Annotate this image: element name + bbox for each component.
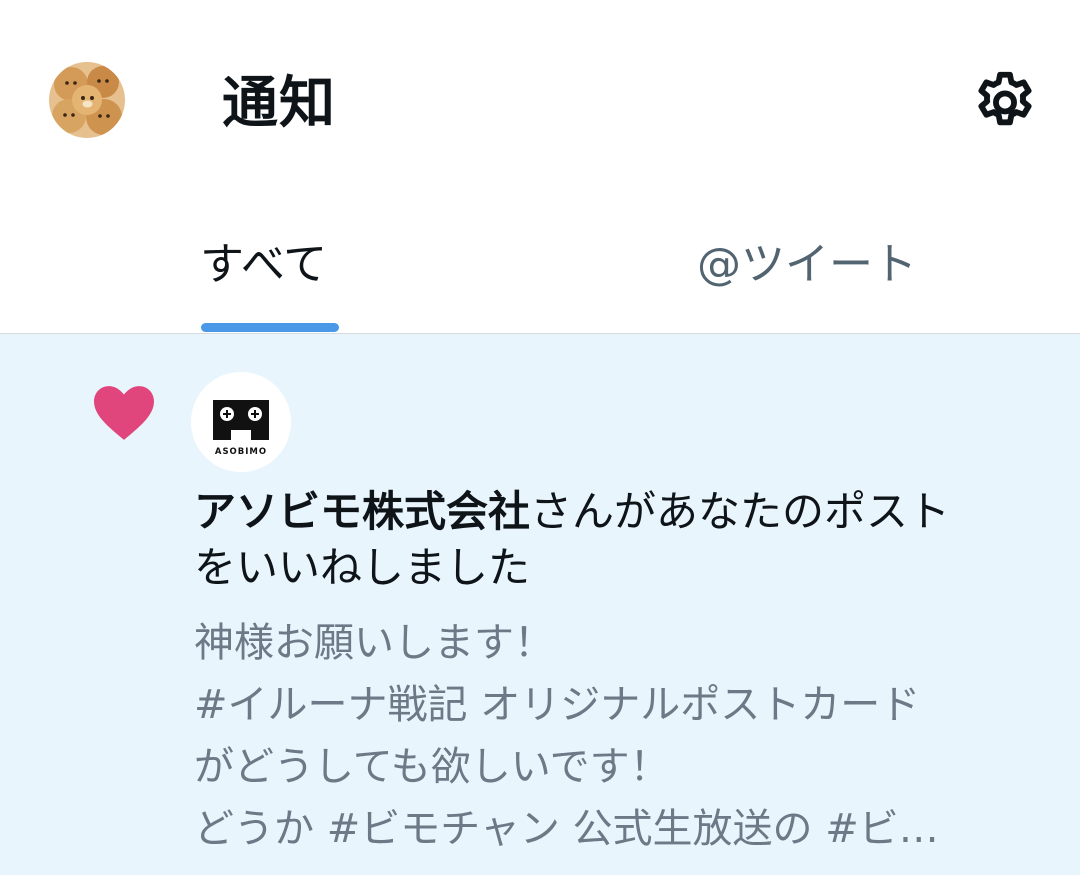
user-name[interactable]: アソビモ株式会社 — [194, 487, 530, 536]
heart-icon — [91, 382, 157, 442]
action-text: さんがあなたのポスト — [530, 487, 951, 536]
notifications-screen: 通知 すべて @ツイート ASOBIMO アソビモ株式会社さんがあなたのポスト … — [0, 0, 1080, 875]
preview-line: 神様お願いします！ — [194, 620, 554, 666]
user-avatar[interactable] — [49, 62, 125, 138]
preview-line: #イルーナ戦記 オリジナルポストカード — [194, 682, 921, 728]
preview-line: どうか #ビモチャン 公式生放送の #ビ… — [194, 806, 939, 852]
preview-line: がどうしても欲しいです！ — [194, 744, 670, 790]
post-preview: 神様お願いします！ #イルーナ戦記 オリジナルポストカード がどうしても欲しいで… — [194, 612, 1034, 860]
selected-tab-indicator — [201, 323, 339, 332]
avatar-image — [49, 62, 125, 138]
tab-bar: すべて @ツイート — [0, 205, 1080, 333]
svg-text:ASOBIMO: ASOBIMO — [215, 447, 267, 457]
page-title: 通知 — [222, 71, 336, 136]
tab-all[interactable]: すべて — [200, 235, 327, 295]
notification-item[interactable]: ASOBIMO アソビモ株式会社さんがあなたのポスト をいいねしました 神様お願… — [0, 334, 1080, 875]
top-app-bar: 通知 — [0, 0, 1080, 205]
action-text-cont: をいいねしました — [194, 543, 531, 592]
org-avatar[interactable]: ASOBIMO — [191, 372, 291, 472]
notification-message: アソビモ株式会社さんがあなたのポスト をいいねしました — [194, 484, 1034, 596]
gear-icon[interactable] — [970, 66, 1040, 136]
tab-mentions[interactable]: @ツイート — [697, 235, 917, 295]
asobimo-logo: ASOBIMO — [191, 372, 291, 472]
